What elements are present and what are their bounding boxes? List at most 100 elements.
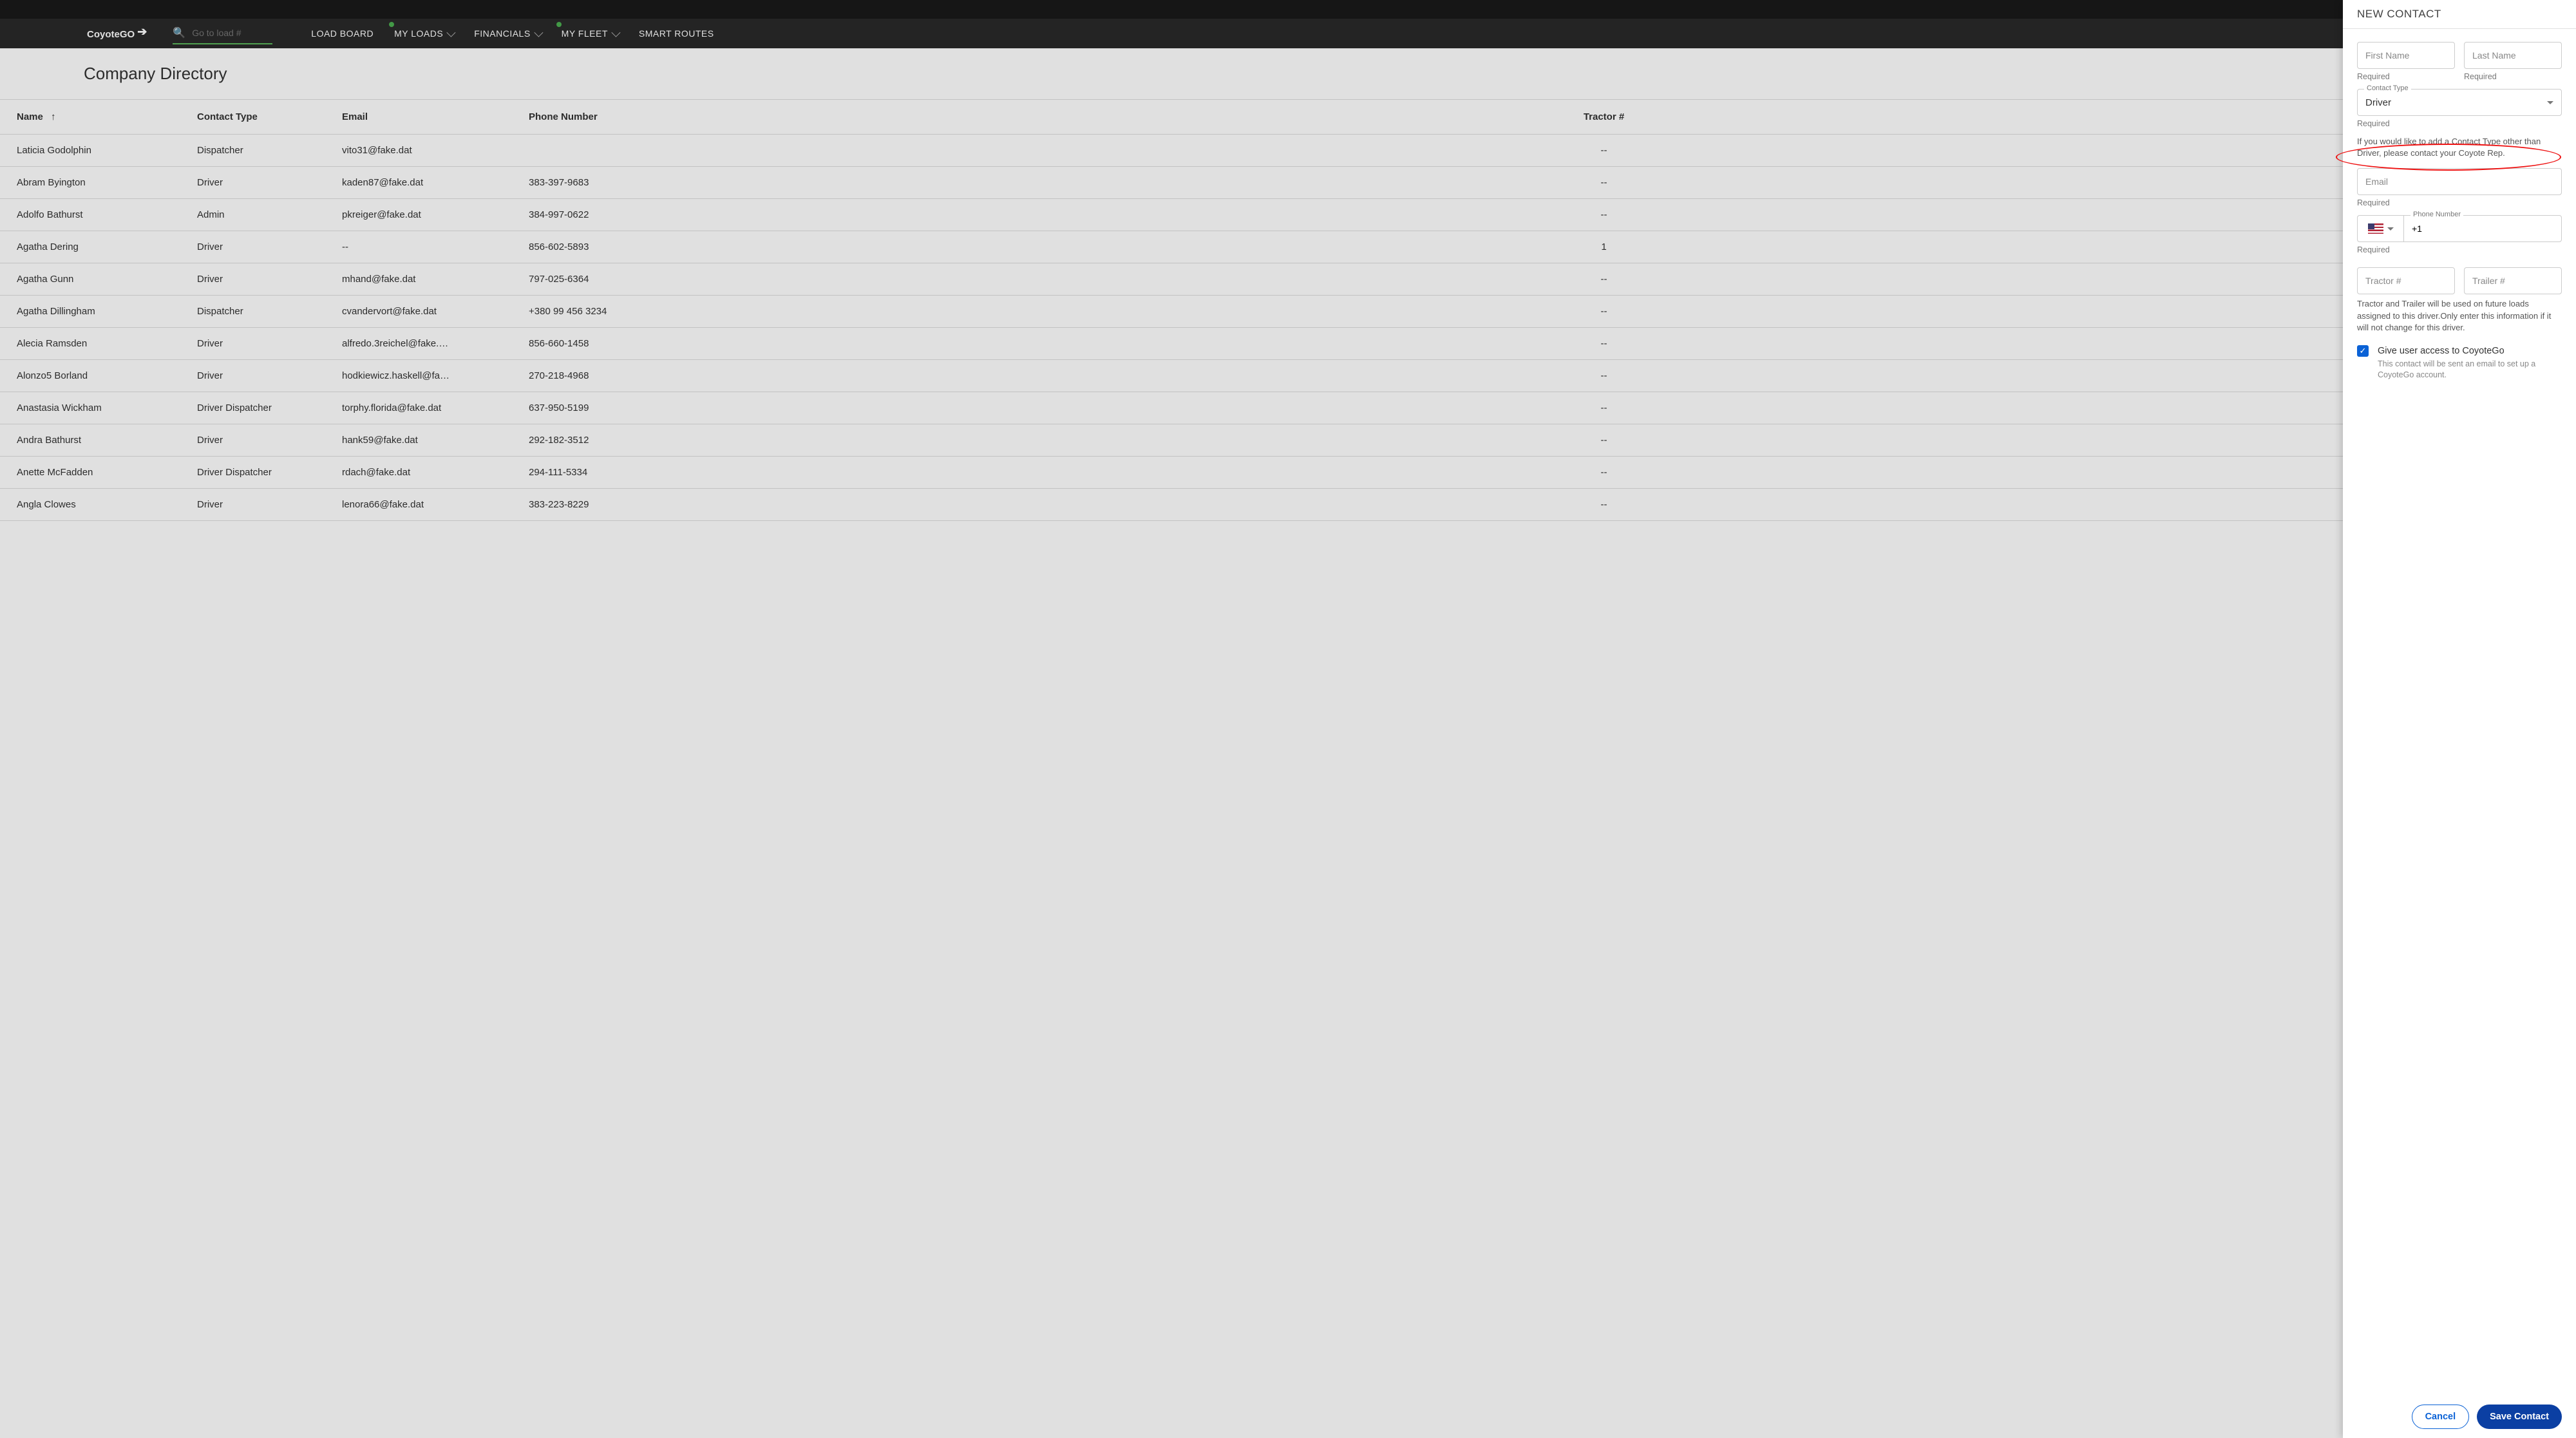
cell-contact-type: Driver Dispatcher (197, 467, 342, 478)
table-row[interactable]: Laticia GodolphinDispatchervito31@fake.d… (0, 135, 2576, 167)
search-icon: 🔍 (173, 26, 185, 39)
nav-load-board[interactable]: LOAD BOARD (311, 28, 374, 39)
cell-email: mhand@fake.dat (342, 274, 529, 285)
cell-contact-type: Driver (197, 499, 342, 510)
cell-name: Alecia Ramsden (17, 338, 197, 349)
brand-text: CoyoteGO (87, 29, 135, 40)
last-name-field[interactable] (2464, 42, 2562, 69)
cell-phone: 384-997-0622 (529, 209, 670, 220)
nav-my-fleet[interactable]: MY FLEET (562, 28, 618, 39)
cell-phone: 292-182-3512 (529, 435, 670, 446)
tractor-number-input[interactable] (2365, 276, 2447, 286)
cell-tractor: -- (670, 435, 2563, 446)
cell-phone: +380 99 456 3234 (529, 306, 670, 317)
save-contact-button[interactable]: Save Contact (2477, 1405, 2562, 1429)
cell-contact-type: Driver (197, 370, 342, 381)
cell-phone: 294-111-5334 (529, 467, 670, 478)
cell-name: Angla Clowes (17, 499, 197, 510)
col-header-email[interactable]: Email (342, 111, 529, 122)
tractor-number-field[interactable] (2357, 267, 2455, 294)
cell-email: pkreiger@fake.dat (342, 209, 529, 220)
trailer-number-input[interactable] (2472, 276, 2553, 286)
email-field[interactable] (2357, 168, 2562, 195)
phone-country-select[interactable] (2357, 215, 2403, 242)
chevron-down-icon (2387, 227, 2394, 231)
table-row[interactable]: Abram ByingtonDriverkaden87@fake.dat383-… (0, 167, 2576, 199)
last-name-required: Required (2464, 72, 2562, 81)
phone-number-input[interactable] (2412, 223, 2553, 234)
cell-phone: 637-950-5199 (529, 402, 670, 413)
cell-email: kaden87@fake.dat (342, 177, 529, 188)
tractor-trailer-info-text: Tractor and Trailer will be used on futu… (2357, 298, 2562, 334)
first-name-field[interactable] (2357, 42, 2455, 69)
drawer-footer: Cancel Save Contact (2343, 1395, 2576, 1438)
first-name-input[interactable] (2365, 50, 2447, 61)
navbar: CoyoteGO ➔ 🔍 LOAD BOARD MY LOADS FINANCI… (0, 19, 2576, 48)
cell-email: torphy.florida@fake.dat (342, 402, 529, 413)
cell-tractor: -- (670, 306, 2563, 317)
nav-financials[interactable]: FINANCIALS (474, 28, 540, 39)
cell-phone: 856-660-1458 (529, 338, 670, 349)
email-input[interactable] (2365, 176, 2553, 187)
contact-type-required: Required (2357, 119, 2562, 128)
cell-email: -- (342, 241, 529, 252)
cell-tractor: -- (670, 177, 2563, 188)
cell-name: Laticia Godolphin (17, 145, 197, 156)
phone-number-field[interactable]: Phone Number (2403, 215, 2562, 242)
contact-type-select[interactable]: Contact Type Driver (2357, 89, 2562, 116)
cell-name: Anette McFadden (17, 467, 197, 478)
directory-table: Name ↑ Contact Type Email Phone Number T… (0, 99, 2576, 521)
trailer-number-field[interactable] (2464, 267, 2562, 294)
col-header-name[interactable]: Name ↑ (17, 111, 197, 122)
table-row[interactable]: Alecia RamsdenDriveralfredo.3reichel@fak… (0, 328, 2576, 360)
col-header-tractor[interactable]: Tractor # (670, 111, 2563, 122)
first-name-required: Required (2357, 72, 2455, 81)
cancel-button[interactable]: Cancel (2412, 1405, 2470, 1429)
give-access-label: Give user access to CoyoteGo (2378, 346, 2505, 356)
drawer-title: NEW CONTACT (2343, 0, 2576, 29)
cell-contact-type: Driver Dispatcher (197, 402, 342, 413)
cell-email: cvandervort@fake.dat (342, 306, 529, 317)
give-access-checkbox[interactable]: ✓ (2357, 345, 2369, 357)
cell-phone: 270-218-4968 (529, 370, 670, 381)
phone-required: Required (2357, 245, 2562, 254)
cell-phone: 856-602-5893 (529, 241, 670, 252)
table-row[interactable]: Agatha DillinghamDispatchercvandervort@f… (0, 296, 2576, 328)
notification-dot-icon (389, 22, 394, 27)
cell-contact-type: Dispatcher (197, 145, 342, 156)
nav-smart-routes[interactable]: SMART ROUTES (639, 28, 714, 39)
table-row[interactable]: Alonzo5 BorlandDriverhodkiewicz.haskell@… (0, 360, 2576, 392)
nav-my-loads[interactable]: MY LOADS (394, 28, 453, 39)
table-row[interactable]: Anastasia WickhamDriver Dispatchertorphy… (0, 392, 2576, 424)
cell-contact-type: Driver (197, 177, 342, 188)
table-row[interactable]: Anette McFaddenDriver Dispatcherrdach@fa… (0, 457, 2576, 489)
nav-links: LOAD BOARD MY LOADS FINANCIALS MY FLEET … (311, 28, 714, 39)
contact-type-float-label: Contact Type (2364, 84, 2411, 92)
give-access-subtext: This contact will be sent an email to se… (2378, 359, 2562, 381)
table-row[interactable]: Agatha DeringDriver--856-602-58931 (0, 231, 2576, 263)
cell-tractor: 1 (670, 241, 2563, 252)
brand-logo[interactable]: CoyoteGO ➔ (87, 27, 147, 41)
global-search-input[interactable] (192, 28, 272, 38)
page-header: Company Directory + Add New Contact (0, 48, 2576, 99)
phone-float-label: Phone Number (2410, 211, 2463, 218)
logo-arrow-icon: ➔ (137, 25, 147, 39)
col-header-contact-type[interactable]: Contact Type (197, 111, 342, 122)
cell-tractor: -- (670, 370, 2563, 381)
cell-tractor: -- (670, 338, 2563, 349)
nav-my-loads-label: MY LOADS (394, 28, 443, 39)
col-header-phone[interactable]: Phone Number (529, 111, 670, 122)
last-name-input[interactable] (2472, 50, 2553, 61)
table-row[interactable]: Angla ClowesDriverlenora66@fake.dat383-2… (0, 489, 2576, 521)
cell-tractor: -- (670, 274, 2563, 285)
cell-contact-type: Admin (197, 209, 342, 220)
table-row[interactable]: Agatha GunnDrivermhand@fake.dat797-025-6… (0, 263, 2576, 296)
sort-asc-icon: ↑ (51, 111, 56, 122)
cell-tractor: -- (670, 402, 2563, 413)
page-title: Company Directory (84, 64, 227, 84)
search-wrapper[interactable]: 🔍 (173, 23, 272, 44)
table-row[interactable]: Adolfo BathurstAdminpkreiger@fake.dat384… (0, 199, 2576, 231)
table-row[interactable]: Andra BathurstDriverhank59@fake.dat292-1… (0, 424, 2576, 457)
cell-phone: 383-397-9683 (529, 177, 670, 188)
cell-name: Agatha Gunn (17, 274, 197, 285)
